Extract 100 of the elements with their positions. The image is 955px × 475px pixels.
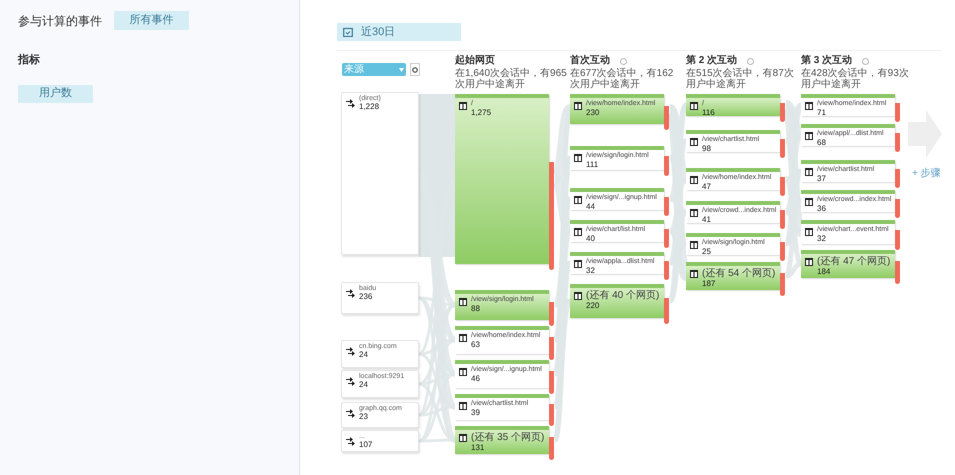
page-icon	[574, 196, 582, 204]
step-title: 第 3 次互动	[801, 56, 852, 66]
step-summary: 在515次会话中，有87次用户中途离开	[686, 68, 795, 90]
dropoff-bar	[664, 156, 669, 176]
metric-heading: 指标	[18, 52, 41, 68]
settings-button[interactable]	[410, 63, 420, 76]
page-icon	[574, 292, 582, 300]
dropoff-bar	[549, 371, 554, 394]
arrows-icon	[346, 408, 355, 418]
page-count: 41	[702, 216, 712, 224]
page-count: 1,275	[471, 109, 492, 117]
page-icon	[690, 209, 698, 217]
dropoff-bar	[549, 437, 554, 460]
date-range-chip[interactable]: 近30日	[337, 23, 461, 41]
page-icon	[459, 334, 467, 342]
page-count: 116	[702, 109, 715, 117]
source-count: 107	[359, 441, 372, 449]
page-node[interactable]: (还有 47 个网页) 184	[801, 250, 895, 278]
settings-icon	[412, 66, 418, 72]
page-icon	[459, 402, 467, 410]
page-icon	[805, 228, 813, 236]
page-icon	[805, 258, 813, 266]
source-count: 24	[359, 381, 369, 389]
arrows-icon	[346, 98, 355, 108]
dropoff-bar	[780, 273, 785, 296]
page-icon	[805, 168, 813, 176]
step-title: 第 2 次互动	[686, 56, 738, 66]
dropoff-bar	[895, 102, 900, 122]
step-title: 起始网页	[455, 56, 495, 66]
page-path: (还有 35 个网页)	[471, 432, 544, 443]
step-summary: 在428次会话中，有93次用户中途离开	[801, 68, 910, 90]
dropoff-bar	[664, 196, 669, 216]
dropoff-bar	[895, 230, 900, 250]
page-count: 46	[471, 375, 481, 383]
page-icon	[459, 102, 467, 110]
page-path: (还有 47 个网页)	[817, 256, 890, 267]
dropoff-bar	[895, 168, 900, 188]
page-icon	[805, 198, 813, 206]
dropoff-bar	[780, 242, 785, 261]
dropoff-bar	[549, 302, 554, 326]
page-icon	[805, 102, 813, 110]
page-count: 32	[586, 267, 596, 275]
page-count: 71	[817, 109, 827, 117]
page-icon	[574, 102, 582, 110]
page-count: 131	[471, 444, 486, 452]
page-node[interactable]: (还有 40 个网页) 220	[570, 284, 664, 318]
page-icon	[574, 154, 582, 162]
page-icon	[690, 270, 698, 278]
page-count: 88	[471, 305, 481, 313]
page-icon	[459, 434, 467, 442]
page-icon	[574, 260, 582, 268]
dropoff-bar	[895, 198, 900, 218]
step-summary: 在1,640次会话中，有965次用户中途离开	[455, 68, 567, 90]
arrows-icon	[346, 376, 355, 386]
page-path: (还有 54 个网页)	[702, 268, 776, 279]
caret-icon	[399, 68, 404, 72]
dropoff-bar	[549, 337, 554, 360]
arrows-icon	[346, 288, 355, 298]
page-count: 40	[586, 235, 596, 243]
page-icon	[690, 241, 698, 249]
dropoff-bar	[549, 404, 554, 426]
step-title: 首次互动	[570, 56, 610, 66]
step-summary: 在677次会话中，有162次用户中途离开	[570, 68, 674, 90]
dropoff-bar	[664, 228, 669, 248]
source-count: 23	[359, 413, 369, 421]
events-button[interactable]: 所有事件	[114, 11, 189, 30]
page-count: 184	[817, 268, 832, 276]
dropoff-bar	[664, 106, 669, 130]
page-count: 111	[586, 161, 600, 169]
page-icon	[690, 138, 698, 146]
page-count: 32	[817, 235, 827, 243]
page-icon	[805, 132, 813, 140]
dropoff-bar	[780, 102, 785, 122]
page-count: 44	[586, 203, 596, 211]
source-count: 1,228	[359, 103, 380, 111]
page-count: 25	[702, 248, 712, 256]
page-count: 230	[586, 109, 600, 117]
page-count: 36	[817, 205, 827, 213]
page-count: 39	[471, 409, 481, 417]
dropoff-bar	[895, 261, 900, 284]
page-count: 68	[817, 139, 827, 147]
page-node[interactable]: (还有 54 个网页) 187	[686, 262, 780, 290]
page-count: 220	[586, 302, 600, 310]
page-icon	[459, 298, 467, 306]
dropoff-bar	[780, 210, 785, 229]
dropoff-bar	[664, 298, 669, 324]
calendar-icon	[343, 27, 353, 37]
page-count: 98	[702, 145, 712, 153]
dropoff-bar	[780, 176, 785, 196]
metric-button[interactable]: 用户数	[18, 84, 93, 102]
dropoff-bar	[895, 132, 900, 152]
dropoff-bar	[664, 260, 669, 280]
page-icon	[690, 176, 698, 184]
page-count: 37	[817, 175, 827, 183]
events-label: 参与计算的事件	[18, 12, 102, 30]
page-icon	[574, 228, 582, 236]
page-node[interactable]: (还有 35 个网页) 131	[455, 426, 549, 454]
page-icon	[690, 102, 698, 110]
arrows-icon	[346, 346, 355, 356]
page-count: 47	[702, 183, 712, 191]
